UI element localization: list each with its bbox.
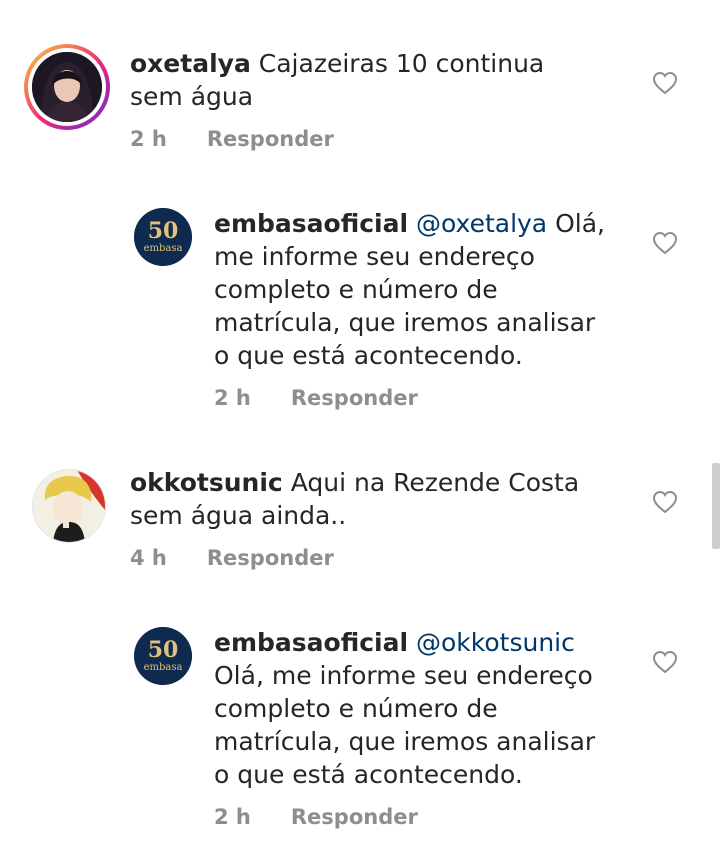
timestamp: 2 h <box>214 805 251 829</box>
svg-text:embasa: embasa <box>144 662 183 673</box>
comment-text: embasaoficial @oxetalya Olá, me informe … <box>214 207 614 372</box>
avatar-embasaoficial[interactable]: 50 embasa <box>134 627 192 685</box>
timestamp: 2 h <box>130 127 167 151</box>
username[interactable]: oxetalya <box>130 49 251 78</box>
comment-meta: 2 h Responder <box>214 805 418 829</box>
timestamp: 2 h <box>214 386 251 410</box>
reply-button[interactable]: Responder <box>207 127 334 151</box>
svg-text:embasa: embasa <box>144 243 183 254</box>
comment-text: oxetalya Cajazeiras 10 continua sem água <box>130 47 600 113</box>
mention-link[interactable]: @oxetalya <box>416 209 547 238</box>
mention-link[interactable]: @okkotsunic <box>416 628 575 657</box>
username[interactable]: okkotsunic <box>130 468 283 497</box>
heart-outline-icon[interactable] <box>652 71 678 95</box>
username[interactable]: embasaoficial <box>214 628 408 657</box>
reply-button[interactable]: Responder <box>207 546 334 570</box>
svg-text:50: 50 <box>148 637 179 663</box>
username[interactable]: embasaoficial <box>214 209 408 238</box>
scrollbar[interactable] <box>712 463 720 549</box>
svg-text:50: 50 <box>148 218 179 244</box>
comment-meta: 4 h Responder <box>130 546 334 570</box>
heart-outline-icon[interactable] <box>652 490 678 514</box>
reply-button[interactable]: Responder <box>291 805 418 829</box>
reply-button[interactable]: Responder <box>291 386 418 410</box>
heart-outline-icon[interactable] <box>652 231 678 255</box>
heart-outline-icon[interactable] <box>652 650 678 674</box>
comment-text: embasaoficial @okkotsunic Olá, me inform… <box>214 626 614 791</box>
comment-meta: 2 h Responder <box>214 386 418 410</box>
avatar-oxetalya[interactable] <box>24 44 110 130</box>
comment-body: Olá, me informe seu endereço completo e … <box>214 661 596 789</box>
comment-text: okkotsunic Aqui na Rezende Costa sem águ… <box>130 466 620 532</box>
timestamp: 4 h <box>130 546 167 570</box>
avatar-embasaoficial[interactable]: 50 embasa <box>134 208 192 266</box>
comment-meta: 2 h Responder <box>130 127 334 151</box>
avatar-okkotsunic[interactable] <box>32 469 106 543</box>
